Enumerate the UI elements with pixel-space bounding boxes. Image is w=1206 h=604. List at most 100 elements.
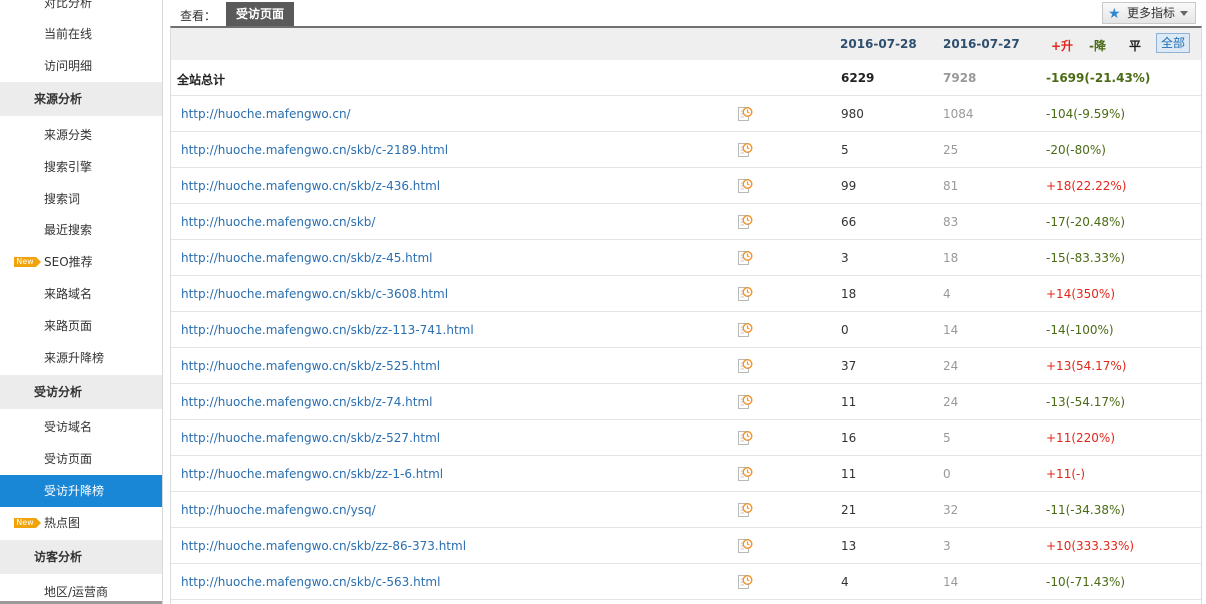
trend-clock-icon[interactable] [737,321,753,338]
page-url-link[interactable]: http://huoche.mafengwo.cn/skb/z-527.html [181,431,440,445]
change-value: -11(-34.38%) [1046,503,1126,517]
trend-clock-icon[interactable] [737,213,753,230]
sidebar-item[interactable]: 受访域名 [0,411,162,443]
sidebar-item[interactable]: 搜索引擎 [0,151,162,183]
sidebar-item[interactable]: 来源升降榜 [0,342,162,374]
tab-visited-pages[interactable]: 受访页面 [226,2,295,26]
value-current: 11 [841,467,857,481]
sidebar-item-label: 搜索词 [44,192,81,206]
trend-clock-icon[interactable] [737,393,753,410]
trend-clock-icon[interactable] [737,573,753,590]
trend-clock-icon[interactable] [737,141,753,158]
sidebar-item-label: 来路页面 [44,319,93,333]
page-url-link[interactable]: http://huoche.mafengwo.cn/skb/z-74.html [181,395,433,409]
trend-clock-icon[interactable] [737,465,753,482]
trend-clock-icon[interactable] [737,537,753,554]
page-url-link[interactable]: http://huoche.mafengwo.cn/ysq/ [181,503,376,517]
sidebar-item[interactable]: 热点图 New [0,507,162,539]
more-metrics-button[interactable]: ★ 更多指标 [1102,2,1196,24]
table-row: http://huoche.mafengwo.cn/skb/zz-1-6.htm… [171,456,1201,492]
value-current: 980 [841,107,864,121]
value-previous: 83 [943,215,959,229]
sidebar-item[interactable]: 受访升降榜 [0,475,162,507]
table-row: http://huoche.mafengwo.cn/skb/zz-113-741… [171,312,1201,348]
chevron-down-icon [1180,11,1188,16]
sidebar-item[interactable]: 搜索词 [0,183,162,215]
value-previous: 14 [943,323,959,337]
trend-clock-icon[interactable] [737,105,753,122]
change-value: -13(-54.17%) [1046,395,1126,409]
trend-clock-icon[interactable] [737,249,753,266]
value-current: 0 [841,323,849,337]
change-value: +11(220%) [1046,431,1115,445]
value-current: 21 [841,503,857,517]
sidebar-item-label: 当前在线 [44,27,93,41]
table-row: http://huoche.mafengwo.cn/980 1084 -104(-9… [171,96,1201,132]
value-previous: 25 [943,143,959,157]
sidebar-section: 受访分析 [0,375,162,409]
star-icon: ★ [1108,6,1121,22]
total-row: 全站总计 6229 7928 -1699(-21.43%) [171,60,1201,96]
table-row: http://huoche.mafengwo.cn/skb/c-3608.htm… [171,276,1201,312]
page-url-link[interactable]: http://huoche.mafengwo.cn/skb/zz-113-741… [181,323,474,337]
table-row: http://huoche.mafengwo.cn/skb/66 83 -17(-2… [171,204,1201,240]
sidebar-item[interactable]: 对比分析 [0,0,162,19]
page-url-link[interactable]: http://huoche.mafengwo.cn/skb/z-436.html [181,179,440,193]
sidebar-item[interactable]: 来源分类 [0,119,162,151]
trend-clock-icon[interactable] [737,429,753,446]
page-url-link[interactable]: http://huoche.mafengwo.cn/skb/c-2189.htm… [181,143,448,157]
total-value-current: 6229 [841,71,875,85]
ranking-table: 2016-07-28 2016-07-27 +升 -降 平 全部 全站总计 62… [170,26,1202,604]
sidebar-item-label: 访客分析 [34,550,83,564]
sidebar-item[interactable]: 来路域名 [0,278,162,310]
total-change: -1699(-21.43%) [1046,71,1151,85]
value-current: 37 [841,359,857,373]
change-value: +11(-) [1046,467,1086,481]
table-row: http://huoche.mafengwo.cn/skb/c-2189.htm… [171,132,1201,168]
total-label: 全站总计 [177,73,226,87]
value-current: 18 [841,287,857,301]
page-url-link[interactable]: http://huoche.mafengwo.cn/skb/zz-1-6.htm… [181,467,443,481]
page-url-link[interactable]: http://huoche.mafengwo.cn/ [181,107,351,121]
change-value: +18(22.22%) [1046,179,1127,193]
value-previous: 4 [943,287,951,301]
trend-clock-icon[interactable] [737,501,753,518]
page-url-link[interactable]: http://huoche.mafengwo.cn/skb/c-563.html [181,575,440,589]
filter-up[interactable]: +升 [1051,37,1073,54]
page-url-link[interactable]: http://huoche.mafengwo.cn/skb/z-45.html [181,251,433,265]
page-url-link[interactable]: http://huoche.mafengwo.cn/skb/c-3608.htm… [181,287,448,301]
view-toolbar: 查看： 受访页面 ★ 更多指标 [170,0,1202,26]
total-value-previous: 7928 [943,71,977,85]
more-metrics-label: 更多指标 [1127,6,1176,20]
trend-clock-icon[interactable] [737,357,753,374]
trend-clock-icon[interactable] [737,285,753,302]
sidebar-item-label: 对比分析 [44,0,93,10]
value-previous: 14 [943,575,959,589]
value-previous: 32 [943,503,959,517]
page-url-link[interactable]: http://huoche.mafengwo.cn/skb/zz-86-373.… [181,539,466,553]
sidebar-section: 来源分析 [0,82,162,116]
main-panel: 查看： 受访页面 ★ 更多指标 2016-07-28 2016-07-27 +升… [170,0,1202,604]
table-row: http://huoche.mafengwo.cn/skb/z-525.html… [171,348,1201,384]
sidebar-item-label: 地区/运营商 [44,585,109,599]
table-header: 2016-07-28 2016-07-27 +升 -降 平 全部 [171,28,1201,60]
sidebar-item[interactable]: 当前在线 [0,18,162,50]
value-current: 11 [841,395,857,409]
value-previous: 24 [943,359,959,373]
change-value: -20(-80%) [1046,143,1106,157]
page-url-link[interactable]: http://huoche.mafengwo.cn/skb/z-525.html [181,359,440,373]
sidebar-item[interactable]: 来路页面 [0,310,162,342]
sidebar-item[interactable]: 最近搜索 [0,214,162,246]
sidebar-item[interactable]: SEO推荐 New [0,246,162,278]
table-row: http://huoche.mafengwo.cn/skb/c-563.html… [171,564,1201,600]
sidebar-item-label: 受访分析 [34,385,83,399]
sidebar-item[interactable]: 访问明细 [0,50,162,82]
filter-flat[interactable]: 平 [1129,37,1141,54]
filter-down[interactable]: -降 [1089,37,1106,54]
page-url-link[interactable]: http://huoche.mafengwo.cn/skb/ [181,215,375,229]
sidebar-item[interactable]: 地区/运营商 [0,576,162,604]
filter-all[interactable]: 全部 [1156,33,1191,53]
sidebar-item[interactable]: 受访页面 [0,443,162,475]
date-header-current: 2016-07-28 [840,37,917,51]
trend-clock-icon[interactable] [737,177,753,194]
